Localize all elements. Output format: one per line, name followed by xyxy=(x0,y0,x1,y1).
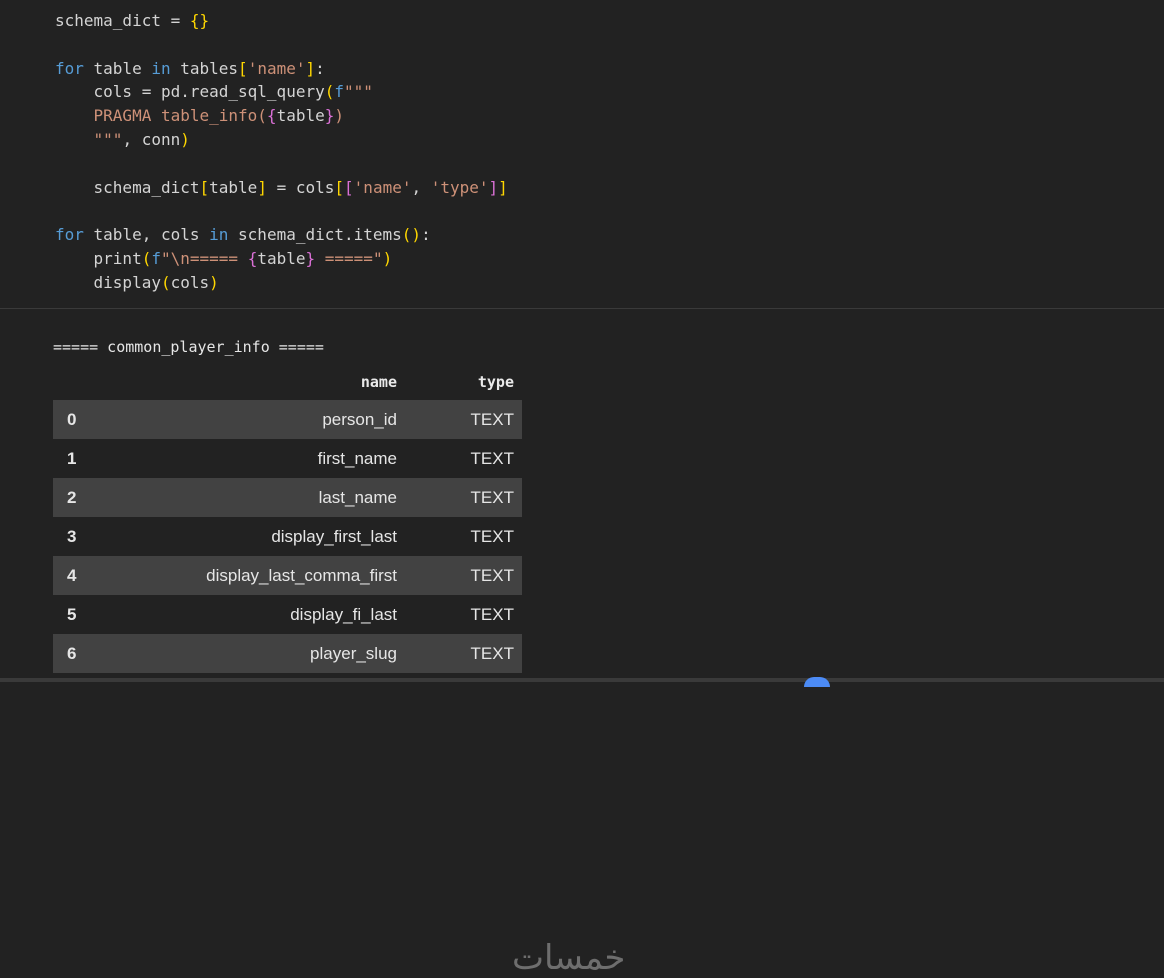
code-line-10: for table, cols in schema_dict.items(): xyxy=(55,225,431,245)
cell-name: player_slug xyxy=(100,634,405,673)
code-line-8: schema_dict[table] = cols[['name', 'type… xyxy=(55,177,508,197)
scroll-indicator[interactable] xyxy=(804,677,830,687)
output-header: ===== common_player_info ===== xyxy=(53,338,324,356)
cell-type: TEXT xyxy=(405,478,522,517)
row-index: 3 xyxy=(67,526,77,546)
cell-name: display_last_comma_first xyxy=(100,556,405,595)
cell-type: TEXT xyxy=(470,448,514,468)
table-row: 2 last_name TEXT xyxy=(53,478,522,517)
code-line-1: schema_dict = {} xyxy=(55,11,210,30)
row-index: 1 xyxy=(67,448,77,468)
row-index: 5 xyxy=(67,604,77,624)
cell-type: TEXT xyxy=(470,526,514,546)
column-header-type: type xyxy=(477,373,514,391)
cell-type: TEXT xyxy=(470,604,514,624)
row-index: 4 xyxy=(53,556,100,595)
table-row: 5 display_fi_last TEXT xyxy=(53,595,522,634)
cell-name: display_fi_last xyxy=(290,604,397,624)
table-row: 1 first_name TEXT xyxy=(53,439,522,478)
cell-name: last_name xyxy=(100,478,405,517)
watermark-logo: خمسات xyxy=(512,938,626,978)
row-index: 2 xyxy=(53,478,100,517)
cell-name: display_first_last xyxy=(271,526,397,546)
dataframe-table: name type 0 person_id TEXT 1 first_name TEXT 2… xyxy=(53,364,522,673)
table-row: 3 display_first_last TEXT xyxy=(53,517,522,556)
code-line-11: print(f"\n===== {table} =====") xyxy=(55,248,393,268)
cell-type: TEXT xyxy=(405,556,522,595)
row-index: 0 xyxy=(53,400,100,439)
row-index: 6 xyxy=(53,634,100,673)
index-header xyxy=(53,364,100,400)
code-line-3: for table in tables['name']: xyxy=(55,58,325,78)
column-header-name: name xyxy=(360,373,397,391)
table-row: 4 display_last_comma_first TEXT xyxy=(53,556,522,595)
table-row: 0 person_id TEXT xyxy=(53,400,522,439)
cell-type: TEXT xyxy=(405,400,522,439)
cell-type: TEXT xyxy=(405,634,522,673)
code-line-12: display(cols) xyxy=(55,272,219,292)
code-cell[interactable]: schema_dict = {} for table in tables['na… xyxy=(0,0,1164,308)
table-row: 6 player_slug TEXT xyxy=(53,634,522,673)
cell-name: first_name xyxy=(317,448,397,468)
output-area: ===== common_player_info ===== name type… xyxy=(0,309,1164,978)
code-line-6: """, conn) xyxy=(55,129,190,149)
bottom-scrollbar[interactable] xyxy=(0,678,1164,682)
cell-name: person_id xyxy=(100,400,405,439)
code-line-4: cols = pd.read_sql_query(f""" xyxy=(55,82,373,102)
table-header-row: name type xyxy=(53,364,522,400)
code-line-5: PRAGMA table_info({table}) xyxy=(55,106,345,126)
code-editor[interactable]: schema_dict = {} for table in tables['na… xyxy=(55,9,508,295)
